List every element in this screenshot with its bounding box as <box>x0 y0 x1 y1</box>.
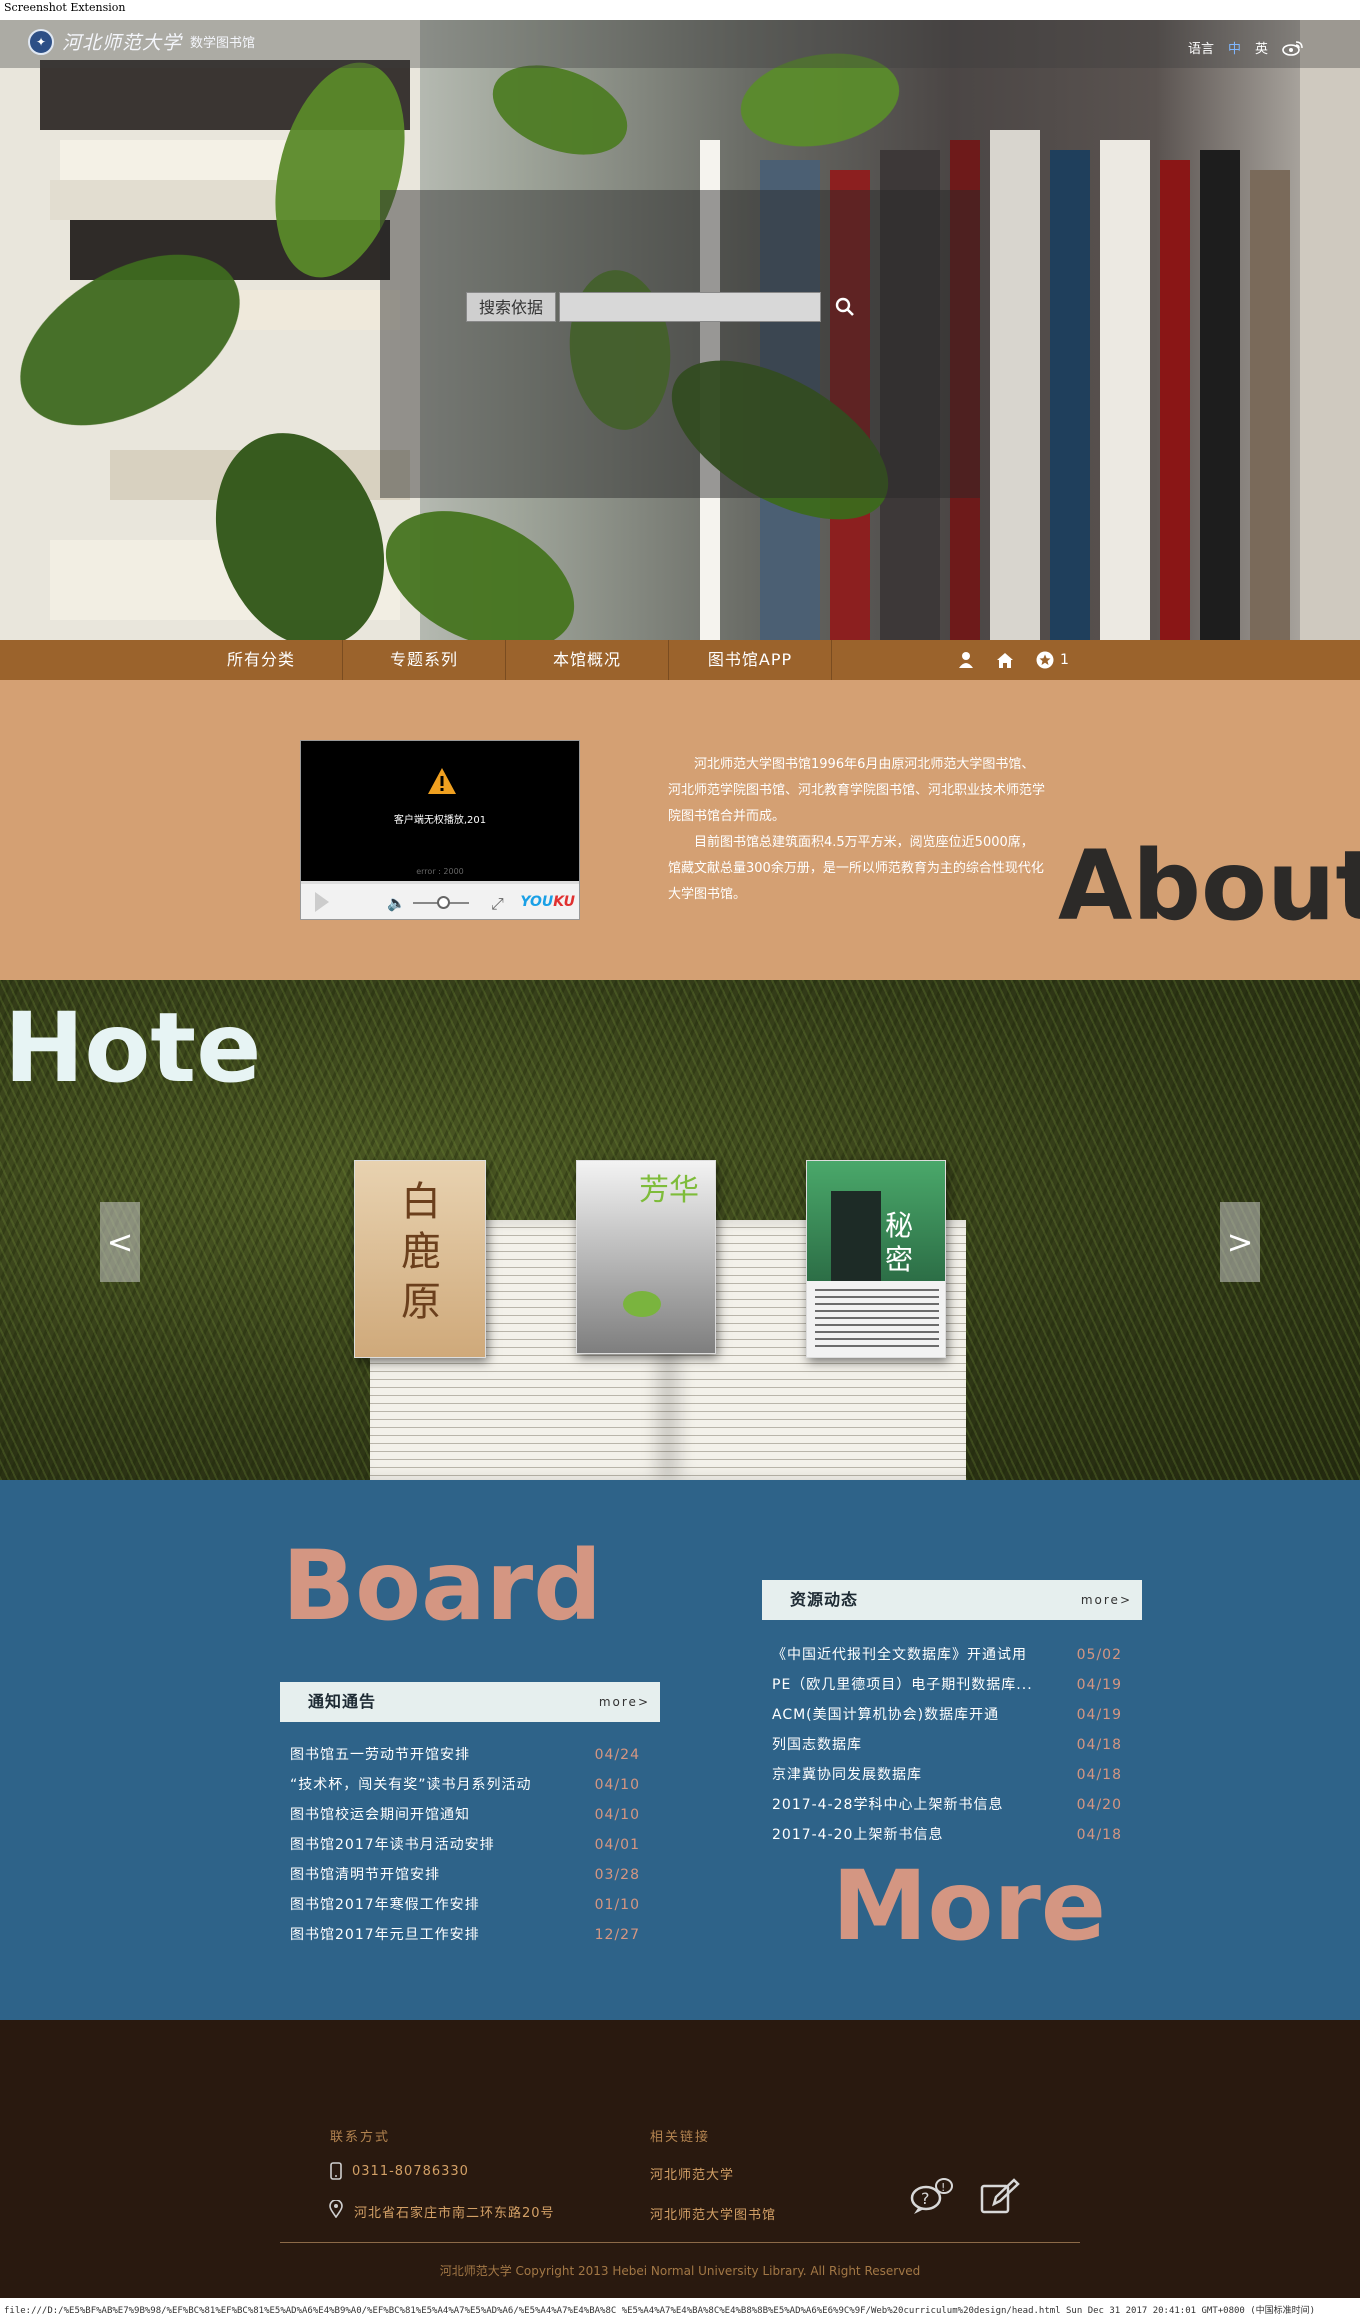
lang-chinese-link[interactable]: 中 <box>1228 38 1241 57</box>
about-heading: About <box>1058 830 1360 942</box>
phone-icon <box>330 2162 342 2180</box>
resources-heading: 资源动态 <box>790 1590 859 1609</box>
notices-more-link[interactable]: more> <box>599 1682 650 1722</box>
nav-all-categories[interactable]: 所有分类 <box>180 640 343 680</box>
list-item[interactable]: 图书馆2017年寒假工作安排 01/10 <box>290 1890 640 1920</box>
about-description: 河北师范大学图书馆1996年6月由原河北师范大学图书馆、河北师范学院图书馆、河北… <box>668 752 1046 908</box>
hero-banner: ✦ 河北师范大学 数学图书馆 语言 中 英 搜索依据 <box>0 20 1360 640</box>
about-section: 客户端无权播放,201 error : 2000 🔈 ⤢ YOUKU 河北师范大… <box>0 680 1360 980</box>
footer-divider <box>280 2242 1080 2243</box>
main-nav: 所有分类 专题系列 本馆概况 图书馆APP 1 <box>0 640 1360 680</box>
carousel-next-button[interactable]: > <box>1220 1202 1260 1282</box>
volume-slider-handle[interactable] <box>437 896 450 909</box>
book-cover-bailuyuan[interactable]: 白鹿原 <box>354 1160 486 1358</box>
svg-text:?: ? <box>921 2189 930 2208</box>
nav-special-series[interactable]: 专题系列 <box>343 640 506 680</box>
weibo-icon[interactable] <box>1282 40 1304 56</box>
extension-label: Screenshot Extension <box>0 0 1360 20</box>
contact-address: 河北省石家庄市南二环东路20号 <box>354 2206 555 2221</box>
book-title: 芳华 <box>639 1173 699 1208</box>
list-item[interactable]: “技术杯，闯关有奖”读书月系列活动 04/10 <box>290 1770 640 1800</box>
list-item[interactable]: 图书馆2017年读书月活动安排 04/01 <box>290 1830 640 1860</box>
logo-subtitle: 数学图书馆 <box>190 36 256 51</box>
list-item[interactable]: 图书馆校运会期间开馆通知 04/10 <box>290 1800 640 1830</box>
more-heading: More <box>832 1850 1106 1962</box>
list-item[interactable]: 京津冀协同发展数据库 04/18 <box>772 1760 1122 1790</box>
svg-text:!: ! <box>941 2181 945 2194</box>
book-title: 秘密 <box>885 1209 914 1276</box>
notices-heading: 通知通告 <box>308 1692 377 1711</box>
list-item[interactable]: 图书馆五一劳动节开馆安排 04/24 <box>290 1740 640 1770</box>
youku-logo: YOUKU <box>520 894 575 910</box>
lang-english-link[interactable]: 英 <box>1255 38 1268 57</box>
about-paragraph-2: 目前图书馆总建筑面积4.5万平方米，阅览座位近5000席，馆藏文献总量300余万… <box>668 835 1044 902</box>
nav-icon-group: 1 <box>958 640 1069 680</box>
language-label: 语言 <box>1187 42 1214 57</box>
user-icon[interactable] <box>958 651 974 669</box>
site-logo[interactable]: ✦ 河北师范大学 数学图书馆 <box>28 28 255 55</box>
notices-list: 图书馆五一劳动节开馆安排 04/24 “技术杯，闯关有奖”读书月系列活动 04/10… <box>290 1740 640 1950</box>
book-cover-mimi[interactable]: 秘密 <box>806 1160 946 1358</box>
favorites-button[interactable]: 1 <box>1036 651 1069 669</box>
browser-status-bar: file:///D:/%E5%BF%AB%E7%9B%98/%EF%BC%81%… <box>0 2298 1360 2320</box>
list-item[interactable]: 2017-4-20上架新书信息 04/18 <box>772 1820 1122 1850</box>
logo-text: 河北师范大学 <box>62 32 183 54</box>
language-switcher: 语言 中 英 <box>1188 38 1304 57</box>
list-item[interactable]: 《中国近代报刊全文数据库》开通试用 05/02 <box>772 1640 1122 1670</box>
board-heading: Board <box>282 1530 602 1642</box>
video-player[interactable]: 客户端无权播放,201 error : 2000 🔈 ⤢ YOUKU <box>300 740 580 920</box>
book-cover-fanghua[interactable]: 芳华 <box>576 1160 716 1354</box>
list-item[interactable]: ACM(美国计算机协会)数据库开通 04/19 <box>772 1700 1122 1730</box>
search-input[interactable] <box>559 292 822 322</box>
resources-more-link[interactable]: more> <box>1081 1580 1132 1620</box>
location-pin-icon <box>329 2200 343 2218</box>
favorites-count: 1 <box>1060 652 1069 668</box>
warning-icon <box>428 768 456 794</box>
play-icon[interactable] <box>315 892 329 912</box>
list-item[interactable]: PE（欧几里德项目）电子期刊数据库... 04/19 <box>772 1670 1122 1700</box>
site-footer: 联系方式 0311-80786330 河北省石家庄市南二环东路20号 相关链接 … <box>0 2020 1360 2298</box>
search-panel <box>380 190 980 498</box>
nav-library-overview[interactable]: 本馆概况 <box>506 640 669 680</box>
footer-link-library[interactable]: 河北师范大学图书馆 <box>650 2204 776 2223</box>
video-controls: 🔈 ⤢ YOUKU <box>301 881 579 919</box>
book-title: 白鹿原 <box>401 1179 441 1325</box>
copyright-text: 河北师范大学 Copyright 2013 Hebei Normal Unive… <box>439 2264 921 2278</box>
list-item[interactable]: 图书馆2017年元旦工作安排 12/27 <box>290 1920 640 1950</box>
feedback-chat-icon[interactable]: ? ! <box>908 2176 956 2214</box>
fullscreen-icon[interactable]: ⤢ <box>491 894 504 914</box>
links-heading: 相关链接 <box>650 2130 711 2145</box>
board-section: Board 通知通告 more> 图书馆五一劳动节开馆安排 04/24 “技术杯，… <box>0 1480 1360 2020</box>
hote-heading: Hote <box>4 992 262 1104</box>
hot-books-section: Hote 白鹿原 芳华 秘密 < > <box>0 980 1360 1480</box>
list-item[interactable]: 列国志数据库 04/18 <box>772 1730 1122 1760</box>
video-error-message: 客户端无权播放,201 <box>393 815 487 826</box>
home-icon[interactable] <box>996 651 1014 669</box>
search-icon[interactable] <box>833 295 857 319</box>
search-box: 搜索依据 <box>466 292 857 322</box>
notices-panel-header: 通知通告 more> <box>280 1682 660 1722</box>
contact-phone: 0311-80786330 <box>352 2164 469 2179</box>
nav-library-app[interactable]: 图书馆APP <box>669 640 832 680</box>
about-paragraph-1: 河北师范大学图书馆1996年6月由原河北师范大学图书馆、河北师范学院图书馆、河北… <box>668 757 1046 824</box>
resources-list: 《中国近代报刊全文数据库》开通试用 05/02 PE（欧几里德项目）电子期刊数据库… <box>772 1640 1122 1850</box>
contact-heading: 联系方式 <box>330 2130 391 2145</box>
video-error-code: error : 2000 <box>416 867 464 876</box>
resources-panel-header: 资源动态 more> <box>762 1580 1142 1620</box>
list-item[interactable]: 图书馆清明节开馆安排 03/28 <box>290 1860 640 1890</box>
carousel-prev-button[interactable]: < <box>100 1202 140 1282</box>
star-icon <box>1036 651 1054 669</box>
university-emblem-icon: ✦ <box>28 28 54 55</box>
search-criteria-select[interactable]: 搜索依据 <box>466 292 557 322</box>
edit-note-icon[interactable] <box>980 2178 1020 2214</box>
volume-icon[interactable]: 🔈 <box>387 894 406 912</box>
footer-link-university[interactable]: 河北师范大学 <box>650 2164 734 2183</box>
list-item[interactable]: 2017-4-28学科中心上架新书信息 04/20 <box>772 1790 1122 1820</box>
